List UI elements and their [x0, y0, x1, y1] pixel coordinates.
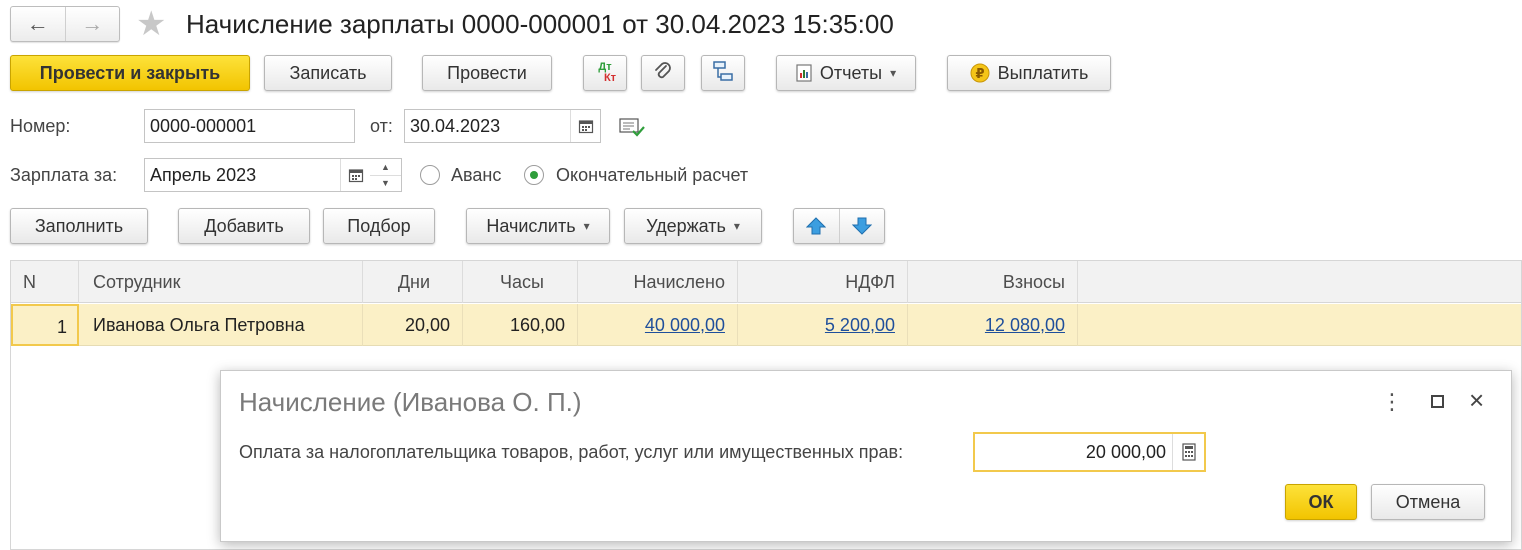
number-value: 0000-000001 — [150, 115, 257, 136]
radio-advance-label: Аванс — [451, 165, 502, 185]
fill-button[interactable]: Заполнить — [10, 208, 148, 244]
maximize-icon[interactable] — [1431, 395, 1444, 408]
period-spinner[interactable]: ▲ ▼ — [370, 158, 402, 192]
period-field[interactable]: Апрель 2023 — [144, 158, 371, 192]
accrued-link[interactable]: 40 000,00 — [645, 315, 725, 335]
cell-days[interactable]: 20,00 — [363, 304, 463, 346]
table-header: N Сотрудник Дни Часы Начислено НДФЛ Взно… — [11, 261, 1521, 303]
cell-n[interactable]: 1 — [11, 304, 79, 346]
spin-down-icon[interactable]: ▼ — [370, 176, 401, 192]
cancel-button[interactable]: Отмена — [1371, 484, 1485, 520]
structure-button[interactable] — [701, 55, 745, 91]
column-header-n[interactable]: N — [11, 261, 79, 303]
date-label: от: — [370, 116, 393, 136]
move-down-button[interactable] — [840, 209, 885, 243]
cell-hours[interactable]: 160,00 — [463, 304, 578, 346]
column-header-days[interactable]: Дни — [363, 261, 463, 303]
column-header-employee[interactable]: Сотрудник — [79, 261, 363, 303]
date-field[interactable]: 30.04.2023 — [404, 109, 601, 143]
reports-button[interactable]: Отчеты ▾ — [776, 55, 916, 91]
move-up-button[interactable] — [794, 209, 840, 243]
dtkt-icon: Дт Кт — [594, 62, 616, 84]
ok-button[interactable]: ОК — [1285, 484, 1357, 520]
column-header-contributions[interactable]: Взносы — [908, 261, 1078, 303]
contributions-link[interactable]: 12 080,00 — [985, 315, 1065, 335]
radio-advance[interactable] — [420, 165, 440, 185]
dtkt-icon-bottom: Кт — [603, 72, 617, 84]
accrual-dialog: Начисление (Иванова О. П.) ⋮ × Оплата за… — [220, 370, 1512, 542]
column-header-accrued[interactable]: Начислено — [578, 261, 738, 303]
column-header-hours[interactable]: Часы — [463, 261, 578, 303]
back-arrow-icon[interactable]: ← — [11, 7, 65, 41]
favorite-star-icon[interactable]: ★ — [136, 6, 166, 42]
report-icon — [796, 64, 812, 82]
period-label: Зарплата за: — [10, 165, 118, 185]
cell-contributions[interactable]: 12 080,00 — [908, 304, 1078, 346]
paperclip-icon — [653, 60, 673, 87]
move-buttons — [793, 208, 885, 244]
arrow-down-icon — [851, 217, 872, 235]
attach-file-button[interactable] — [641, 55, 685, 91]
calculator-icon[interactable] — [1172, 434, 1204, 470]
arrow-up-icon — [806, 217, 827, 235]
svg-text:₽: ₽ — [975, 67, 984, 82]
add-button[interactable]: Добавить — [178, 208, 310, 244]
post-button[interactable]: Провести — [422, 55, 552, 91]
accrue-label: Начислить — [486, 215, 576, 236]
cell-ndfl[interactable]: 5 200,00 — [738, 304, 908, 346]
chevron-down-icon: ▾ — [583, 219, 590, 233]
pay-label: Выплатить — [997, 62, 1089, 83]
accrue-button[interactable]: Начислить ▾ — [466, 208, 610, 244]
cell-accrued[interactable]: 40 000,00 — [578, 304, 738, 346]
save-button[interactable]: Записать — [264, 55, 392, 91]
deduct-label: Удержать — [646, 215, 726, 236]
ndfl-link[interactable]: 5 200,00 — [825, 315, 895, 335]
calendar-icon[interactable] — [570, 110, 600, 142]
post-and-close-button[interactable]: Провести и закрыть — [10, 55, 250, 91]
document-posted-icon — [619, 116, 645, 143]
column-header-ndfl[interactable]: НДФЛ — [738, 261, 908, 303]
hierarchy-icon — [712, 60, 734, 87]
chevron-down-icon: ▾ — [890, 66, 897, 80]
payment-amount-value: 20 000,00 — [1085, 441, 1166, 462]
radio-final[interactable] — [524, 165, 544, 185]
table-row[interactable]: 1 Иванова Ольга Петровна 20,00 160,00 40… — [11, 304, 1521, 346]
dialog-title: Начисление (Иванова О. П.) — [239, 387, 582, 417]
deduct-button[interactable]: Удержать ▾ — [624, 208, 762, 244]
dtkt-postings-button[interactable]: Дт Кт — [583, 55, 627, 91]
nav-buttons: ← → — [10, 6, 120, 42]
period-value: Апрель 2023 — [150, 164, 257, 185]
payment-amount-field[interactable]: 20 000,00 — [973, 432, 1206, 472]
close-icon[interactable]: × — [1469, 385, 1484, 415]
number-field[interactable]: 0000-000001 — [144, 109, 355, 143]
forward-arrow-icon[interactable]: → — [64, 7, 120, 41]
payment-field-label: Оплата за налогоплательщика товаров, раб… — [239, 442, 904, 462]
ruble-coin-icon: ₽ — [970, 63, 990, 83]
spin-up-icon[interactable]: ▲ — [370, 159, 401, 176]
pick-button[interactable]: Подбор — [323, 208, 435, 244]
reports-label: Отчеты — [819, 62, 883, 83]
more-menu-icon[interactable]: ⋮ — [1381, 389, 1403, 415]
date-value: 30.04.2023 — [410, 115, 501, 136]
chevron-down-icon: ▾ — [733, 219, 740, 233]
cell-employee[interactable]: Иванова Ольга Петровна — [79, 304, 363, 346]
radio-final-label: Окончательный расчет — [556, 165, 749, 185]
number-label: Номер: — [10, 116, 71, 136]
calendar-icon[interactable] — [340, 159, 370, 191]
page-title: Начисление зарплаты 0000-000001 от 30.04… — [186, 9, 894, 39]
pay-button[interactable]: ₽ Выплатить — [947, 55, 1111, 91]
